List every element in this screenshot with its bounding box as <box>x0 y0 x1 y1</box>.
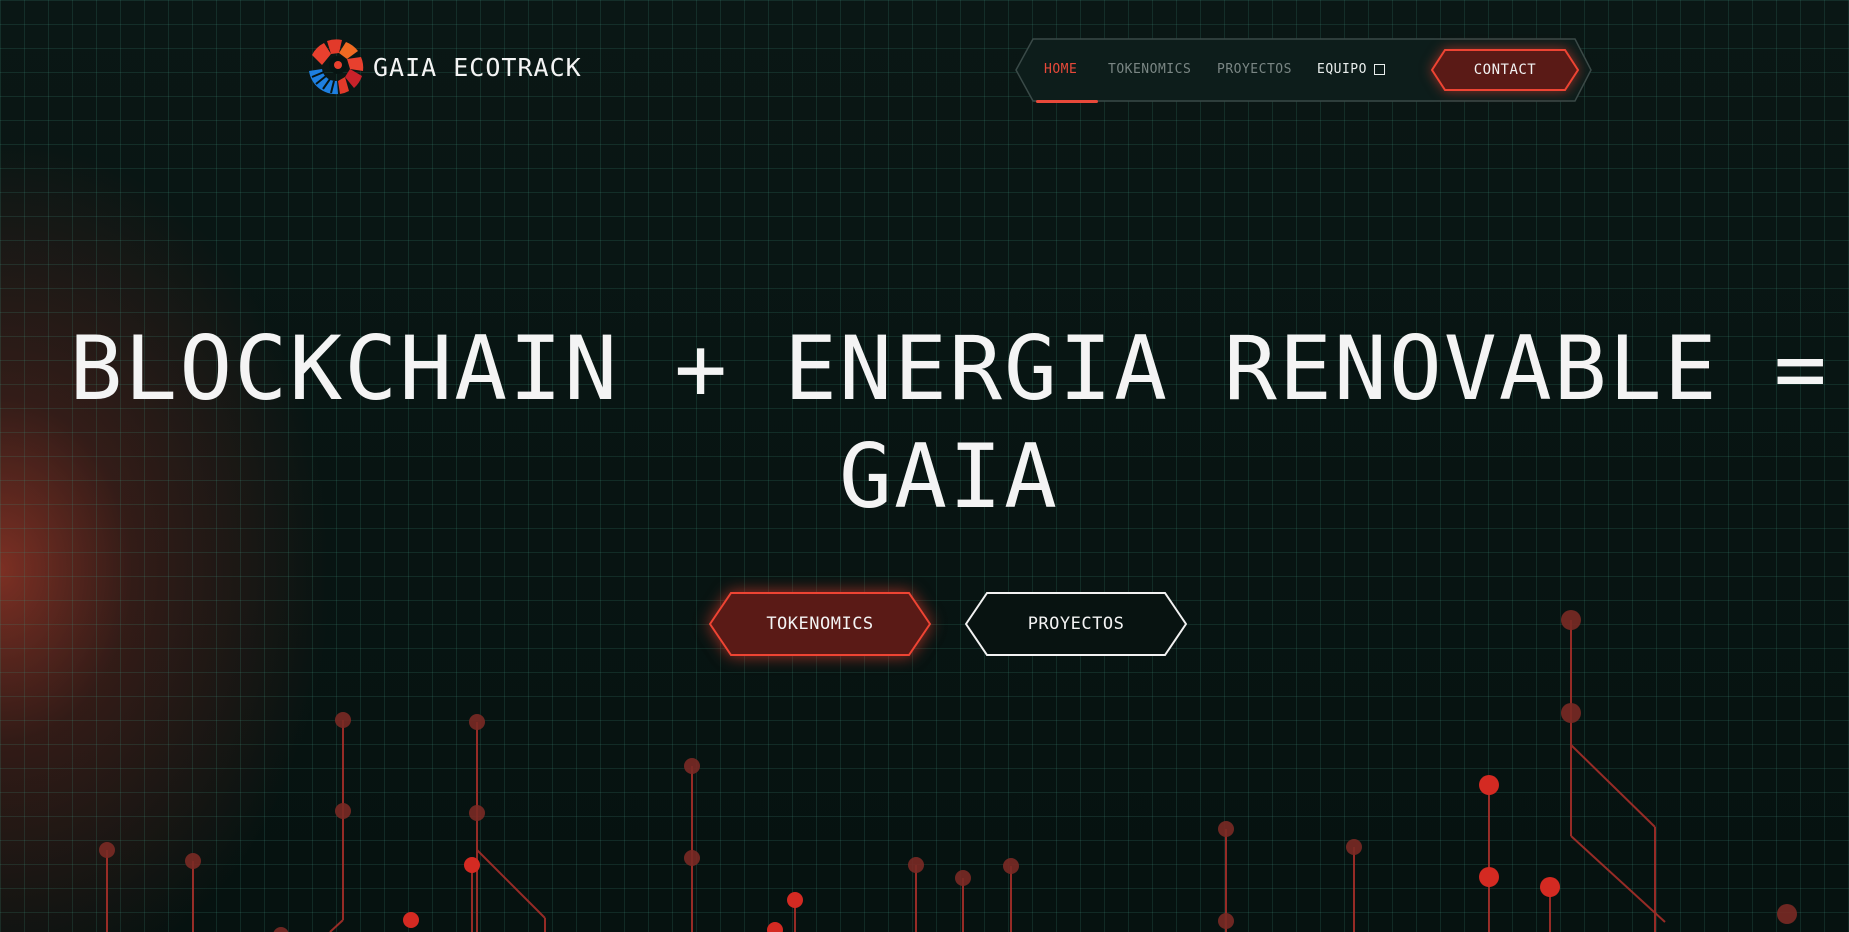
tokenomics-button[interactable]: TOKENOMICS <box>709 592 931 656</box>
proyectos-button-label: PROYECTOS <box>1027 614 1125 634</box>
brand-logo[interactable]: GAIA ECOTRACK <box>307 38 582 96</box>
contact-button[interactable]: CONTACT <box>1431 49 1579 91</box>
brand-name: GAIA ECOTRACK <box>373 52 582 82</box>
hero-title-line-1: BLOCKCHAIN + ENERGIA RENOVABLE = <box>69 317 1829 420</box>
nav-item-equipo-label: EQUIPO <box>1317 62 1367 77</box>
nav-item-equipo[interactable]: EQUIPO <box>1317 62 1385 77</box>
proyectos-button[interactable]: PROYECTOS <box>965 592 1187 656</box>
sun-globe-logo-icon <box>309 39 364 95</box>
hero-title: BLOCKCHAIN + ENERGIA RENOVABLE = GAIA <box>0 315 1849 531</box>
contact-button-label: CONTACT <box>1473 62 1537 78</box>
square-icon <box>1373 64 1385 75</box>
nav-active-indicator <box>1036 100 1098 103</box>
nav-item-proyectos[interactable]: PROYECTOS <box>1217 62 1292 77</box>
hero-title-line-2: GAIA <box>839 425 1059 528</box>
nav-item-tokenomics[interactable]: TOKENOMICS <box>1108 62 1191 77</box>
nav-item-home[interactable]: HOME <box>1044 62 1077 77</box>
main-navigation: HOME TOKENOMICS PROYECTOS EQUIPO CONTACT <box>1015 38 1592 103</box>
tokenomics-button-label: TOKENOMICS <box>766 614 874 634</box>
